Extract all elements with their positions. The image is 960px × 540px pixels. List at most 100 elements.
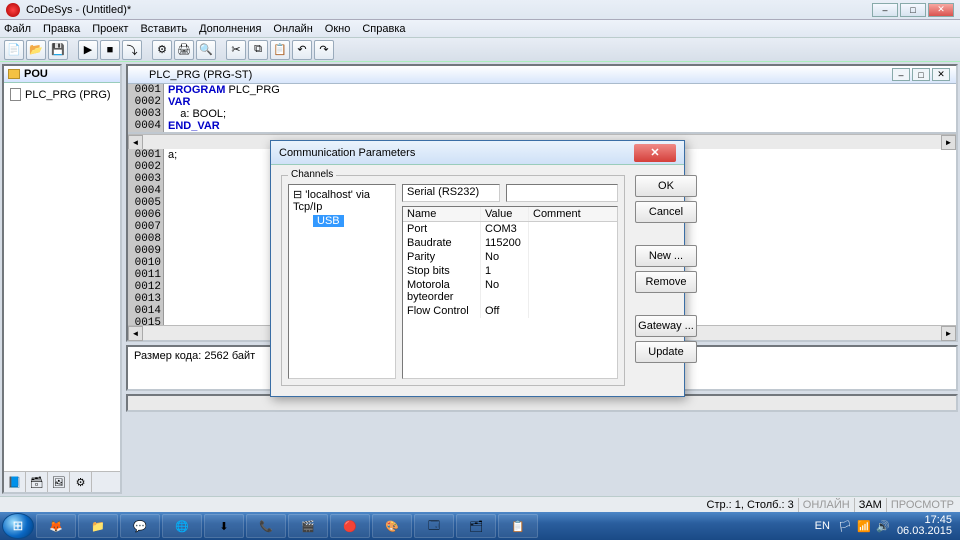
menu-file[interactable]: Файл	[4, 23, 31, 35]
title-bar: CoDeSys - (Untitled)* – □ ✕	[0, 0, 960, 20]
param-row[interactable]: Motorola byteorderNo	[403, 278, 617, 304]
tb-undo[interactable]: ↶	[292, 40, 312, 60]
menu-insert[interactable]: Вставить	[140, 23, 187, 35]
tab-vis[interactable]: 🖼	[48, 472, 70, 492]
tb-copy[interactable]: ⧉	[248, 40, 268, 60]
toolbar: 📄 📂 💾 ▶ ■ ⤵ ⚙ 🖨 🔍 ✂ ⧉ 📋 ↶ ↷	[0, 38, 960, 62]
tb-print[interactable]: 🖨	[174, 40, 194, 60]
project-tree-pane: POU PLC_PRG (PRG) 📘 🗃 🖼 ⚙	[2, 64, 122, 494]
dialog-close-button[interactable]: ✕	[634, 144, 676, 162]
tree-category-tabs: 📘 🗃 🖼 ⚙	[4, 471, 120, 492]
task-app1[interactable]: 🗔	[414, 514, 454, 538]
status-view: ПРОСМОТР	[891, 499, 960, 511]
param-row[interactable]: Baudrate115200	[403, 236, 617, 250]
taskbar: ⊞ 🦊 📁 💬 🌐 ⬇ 📞 🎬 🔴 🎨 🗔 🗂 📋 EN 🏳 📶 🔊 17:45…	[0, 512, 960, 540]
menu-extras[interactable]: Дополнения	[199, 23, 261, 35]
app-icon	[6, 3, 20, 17]
task-viber[interactable]: 💬	[120, 514, 160, 538]
dialog-title: Communication Parameters	[279, 147, 415, 159]
tray-icons[interactable]: 🏳 📶 🔊	[838, 520, 889, 533]
tb-save[interactable]: 💾	[48, 40, 68, 60]
start-button[interactable]: ⊞	[2, 513, 34, 539]
clock[interactable]: 17:45 06.03.2015	[897, 515, 952, 537]
clock-date: 06.03.2015	[897, 526, 952, 537]
task-firefox[interactable]: 🦊	[36, 514, 76, 538]
tree-tab-label: POU	[24, 68, 48, 80]
channels-tree[interactable]: ⊟ 'localhost' via Tcp/Ip USB	[288, 184, 396, 379]
task-paint[interactable]: 🎨	[372, 514, 412, 538]
close-button[interactable]: ✕	[928, 3, 954, 17]
tb-cut[interactable]: ✂	[226, 40, 246, 60]
ok-button[interactable]: OK	[635, 175, 697, 197]
col-value: Value	[481, 207, 529, 221]
tree-item-plcprg[interactable]: PLC_PRG (PRG)	[8, 87, 116, 102]
params-grid[interactable]: Name Value Comment PortCOM3Baudrate11520…	[402, 206, 618, 379]
editor-close[interactable]: ✕	[932, 68, 950, 81]
gateway-button[interactable]: Gateway ...	[635, 315, 697, 337]
status-overwrite: ЗАМ	[859, 499, 882, 511]
tab-data[interactable]: 🗃	[26, 472, 48, 492]
task-media[interactable]: 🎬	[288, 514, 328, 538]
param-row[interactable]: Stop bits1	[403, 264, 617, 278]
status-online: ОНЛАЙН	[803, 499, 850, 511]
tb-open[interactable]: 📂	[26, 40, 46, 60]
cancel-button[interactable]: Cancel	[635, 201, 697, 223]
cursor-pos: Стр.: 1, Столб.: 3	[707, 499, 794, 511]
channel-usb[interactable]: USB	[291, 214, 393, 228]
tb-step[interactable]: ⤵	[122, 40, 142, 60]
menu-window[interactable]: Окно	[325, 23, 351, 35]
tb-redo[interactable]: ↷	[314, 40, 334, 60]
tb-run[interactable]: ▶	[78, 40, 98, 60]
menu-project[interactable]: Проект	[92, 23, 128, 35]
task-skype[interactable]: 📞	[246, 514, 286, 538]
col-comment: Comment	[529, 207, 617, 221]
param-row[interactable]: ParityNo	[403, 250, 617, 264]
task-codesys[interactable]: 🔴	[330, 514, 370, 538]
build-message: Размер кода: 2562 байт	[134, 350, 255, 362]
status-bar: Стр.: 1, Столб.: 3 ОНЛАЙН ЗАМ ПРОСМОТР	[0, 496, 960, 512]
tab-pou[interactable]: 📘	[4, 472, 26, 492]
remove-button[interactable]: Remove	[635, 271, 697, 293]
new-button[interactable]: New ...	[635, 245, 697, 267]
tb-new[interactable]: 📄	[4, 40, 24, 60]
dialog-title-bar[interactable]: Communication Parameters ✕	[271, 141, 684, 165]
channel-root[interactable]: ⊟ 'localhost' via Tcp/Ip	[291, 187, 393, 214]
editor-icon	[134, 69, 145, 80]
conn-name-field[interactable]	[506, 184, 618, 202]
folder-icon	[8, 69, 20, 79]
menu-online[interactable]: Онлайн	[273, 23, 312, 35]
doc-icon	[10, 88, 21, 101]
task-explorer[interactable]: 📁	[78, 514, 118, 538]
task-app2[interactable]: 🗂	[456, 514, 496, 538]
tray-vol-icon[interactable]: 🔊	[876, 520, 889, 533]
lang-indicator[interactable]: EN	[815, 520, 830, 532]
tray-flag-icon[interactable]: 🏳	[838, 520, 851, 533]
comm-params-dialog: Communication Parameters ✕ Channels ⊟ 'l…	[270, 140, 685, 397]
declaration-section[interactable]: 0001PROGRAM PLC_PRG 0002VAR 0003 a: BOOL…	[128, 84, 956, 134]
menu-help[interactable]: Справка	[362, 23, 405, 35]
col-name: Name	[403, 207, 481, 221]
task-chrome[interactable]: 🌐	[162, 514, 202, 538]
tb-build[interactable]: ⚙	[152, 40, 172, 60]
minimize-button[interactable]: –	[872, 3, 898, 17]
tree-header[interactable]: POU	[4, 66, 120, 83]
task-app3[interactable]: 📋	[498, 514, 538, 538]
tab-res[interactable]: ⚙	[70, 472, 92, 492]
menu-edit[interactable]: Правка	[43, 23, 80, 35]
maximize-button[interactable]: □	[900, 3, 926, 17]
param-row[interactable]: Flow ControlOff	[403, 304, 617, 318]
tb-stop[interactable]: ■	[100, 40, 120, 60]
task-utorrent[interactable]: ⬇	[204, 514, 244, 538]
window-title: CoDeSys - (Untitled)*	[26, 4, 131, 16]
editor-min[interactable]: –	[892, 68, 910, 81]
update-button[interactable]: Update	[635, 341, 697, 363]
channels-legend: Channels	[288, 169, 336, 180]
tree-item-label: PLC_PRG (PRG)	[25, 89, 111, 101]
tray-net-icon[interactable]: 📶	[857, 520, 870, 533]
tb-paste[interactable]: 📋	[270, 40, 290, 60]
tb-find[interactable]: 🔍	[196, 40, 216, 60]
editor-max[interactable]: □	[912, 68, 930, 81]
param-row[interactable]: PortCOM3	[403, 222, 617, 236]
editor-title: PLC_PRG (PRG-ST)	[149, 69, 252, 81]
conn-type-field[interactable]: Serial (RS232)	[402, 184, 500, 202]
